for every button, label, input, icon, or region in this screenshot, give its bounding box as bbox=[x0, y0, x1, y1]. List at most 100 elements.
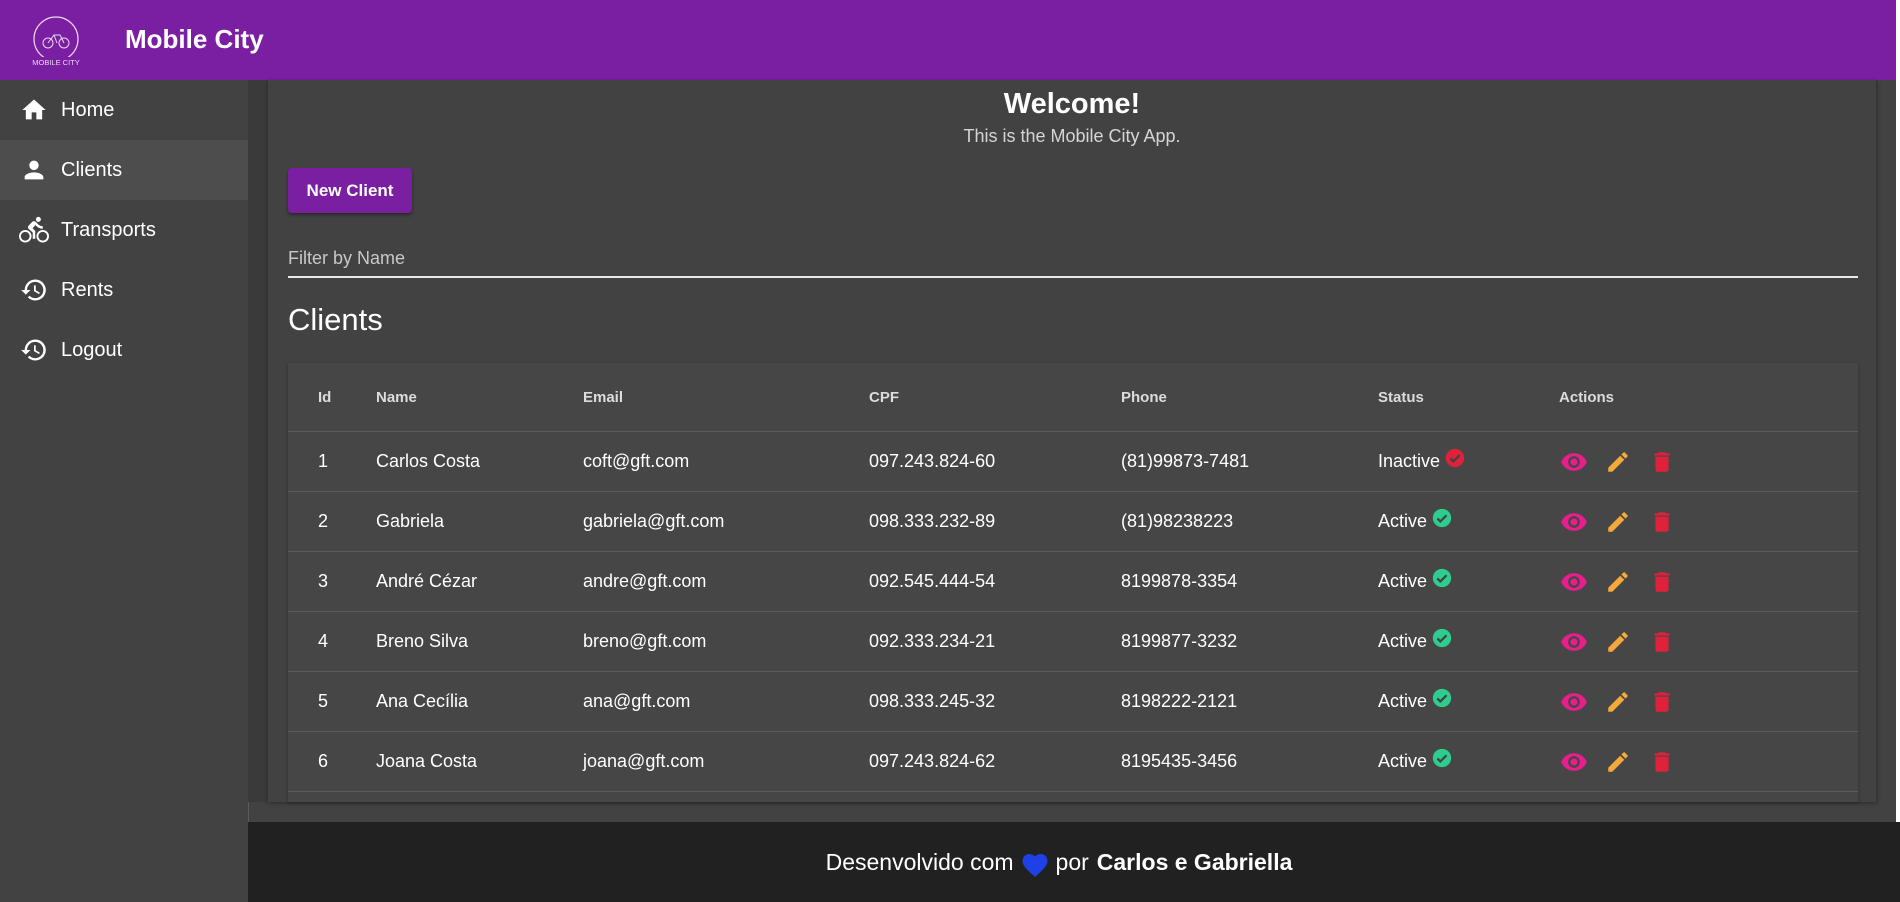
cell-status: Active bbox=[1378, 611, 1559, 672]
bicycle-icon bbox=[19, 215, 49, 245]
cell-cpf: 097.243.824-60 bbox=[869, 431, 1121, 492]
mobile-city-logo[interactable]: MOBILE CITY bbox=[20, 13, 92, 69]
sidebar-item-home[interactable]: Home bbox=[0, 80, 248, 140]
column-header-email[interactable]: Email bbox=[583, 363, 869, 432]
delete-trash-icon[interactable] bbox=[1647, 567, 1677, 597]
cell-status: Active bbox=[1378, 671, 1559, 732]
check-circle-icon bbox=[1432, 508, 1452, 527]
column-header-actions: Actions bbox=[1559, 363, 1858, 432]
cell-status: Active bbox=[1378, 731, 1559, 792]
app-bar: MOBILE CITY Mobile City bbox=[0, 0, 1900, 80]
sidebar: Home Clients Transports Rents Logout bbox=[0, 80, 249, 902]
view-eye-icon[interactable] bbox=[1559, 567, 1589, 597]
welcome-subtitle: This is the Mobile City App. bbox=[963, 126, 1181, 146]
edit-pencil-icon[interactable] bbox=[1603, 687, 1633, 717]
cell-actions bbox=[1559, 551, 1858, 612]
cell-phone: 8198222-2121 bbox=[1121, 671, 1378, 732]
column-header-id[interactable]: Id bbox=[288, 363, 376, 432]
table-row[interactable]: 3 André Cézar andre@gft.com 092.545.444-54 8… bbox=[288, 551, 1858, 612]
cell-phone: 8199877-3232 bbox=[1121, 611, 1378, 672]
view-eye-icon[interactable] bbox=[1559, 627, 1589, 657]
cell-id: 3 bbox=[288, 551, 376, 612]
status-text: Active bbox=[1378, 751, 1428, 771]
table-row[interactable]: 1 Carlos Costa coft@gft.com 097.243.824-60(… bbox=[288, 431, 1858, 492]
cell-phone: (81)98238223 bbox=[1121, 491, 1378, 552]
inactive-check-circle-icon bbox=[1445, 448, 1465, 467]
view-eye-icon[interactable] bbox=[1559, 687, 1589, 717]
edit-pencil-icon[interactable] bbox=[1603, 567, 1633, 597]
table-row[interactable]: 4 Breno Silva breno@gft.com 092.333.234-21 8… bbox=[288, 611, 1858, 672]
logo-text: MOBILE CITY bbox=[32, 58, 80, 67]
cell-status: Inactive bbox=[1378, 431, 1559, 492]
sidebar-item-transports[interactable]: Transports bbox=[0, 200, 248, 260]
edit-pencil-icon[interactable] bbox=[1603, 447, 1633, 477]
cell-email: coft@gft.com bbox=[583, 431, 869, 492]
table-row[interactable]: 6 Joana Costa joana@gft.com 097.243.824-62 8… bbox=[288, 731, 1858, 792]
footer-text: Desenvolvido com bbox=[825, 848, 1014, 875]
sidebar-item-label: Logout bbox=[61, 338, 123, 361]
status-text: Inactive bbox=[1378, 451, 1441, 471]
cell-email: gabriela@gft.com bbox=[583, 491, 869, 552]
delete-trash-icon[interactable] bbox=[1647, 627, 1677, 657]
cell-id: 5 bbox=[288, 671, 376, 732]
view-eye-icon[interactable] bbox=[1559, 447, 1589, 477]
sidebar-item-rents[interactable]: Rents bbox=[0, 260, 248, 320]
cell-name: Carlos Costa bbox=[376, 431, 583, 492]
cell-actions bbox=[1559, 611, 1858, 672]
delete-trash-icon[interactable] bbox=[1647, 747, 1677, 777]
status-text: Active bbox=[1378, 571, 1428, 591]
column-header-phone[interactable]: Phone bbox=[1121, 363, 1378, 432]
cell-name: Breno Silva bbox=[376, 611, 583, 672]
sidebar-item-label: Clients bbox=[61, 158, 123, 181]
content-gutter bbox=[248, 80, 268, 802]
cell-email: ana@gft.com bbox=[583, 671, 869, 732]
cell-cpf: 092.333.234-21 bbox=[869, 611, 1121, 672]
edit-pencil-icon[interactable] bbox=[1603, 627, 1633, 657]
edit-pencil-icon[interactable] bbox=[1603, 507, 1633, 537]
cell-name: André Cézar bbox=[376, 551, 583, 612]
status-text: Active bbox=[1378, 631, 1428, 651]
status-text: Active bbox=[1378, 511, 1428, 531]
cell-email: breno@gft.com bbox=[583, 611, 869, 672]
cell-id: 6 bbox=[288, 731, 376, 792]
cell-status: Active bbox=[1378, 491, 1559, 552]
cell-name: Joana Costa bbox=[376, 731, 583, 792]
cell-email: andre@gft.com bbox=[583, 551, 869, 612]
table-row[interactable]: 2 Gabriela gabriela@gft.com 098.333.232-89(… bbox=[288, 491, 1858, 552]
column-header-cpf[interactable]: CPF bbox=[869, 363, 1121, 432]
column-header-status[interactable]: Status bbox=[1378, 363, 1559, 432]
cell-email: joana@gft.com bbox=[583, 731, 869, 792]
view-eye-icon[interactable] bbox=[1559, 507, 1589, 537]
cell-phone: 8195435-3456 bbox=[1121, 731, 1378, 792]
heart-icon bbox=[1022, 854, 1048, 877]
cell-phone: 8199878-3354 bbox=[1121, 551, 1378, 612]
delete-trash-icon[interactable] bbox=[1647, 687, 1677, 717]
cell-phone: (81)99873-7481 bbox=[1121, 431, 1378, 492]
cell-id: 4 bbox=[288, 611, 376, 672]
delete-trash-icon[interactable] bbox=[1647, 507, 1677, 537]
delete-trash-icon[interactable] bbox=[1647, 447, 1677, 477]
table-row[interactable]: 5 Ana Cecília ana@gft.com 098.333.245-32 819… bbox=[288, 671, 1858, 732]
new-client-button[interactable]: New Client bbox=[288, 168, 412, 213]
table-header-row: Id Name Email CPF Phone Status Actions bbox=[288, 363, 1858, 432]
column-header-name[interactable]: Name bbox=[376, 363, 583, 432]
cell-cpf: 098.333.232-89 bbox=[869, 491, 1121, 552]
cell-actions bbox=[1559, 731, 1858, 792]
footer-text-por: por bbox=[1055, 848, 1089, 875]
edit-pencil-icon[interactable] bbox=[1603, 747, 1633, 777]
main-content: Welcome! This is the Mobile City App. Ne… bbox=[268, 80, 1877, 802]
status-text: Active bbox=[1378, 691, 1428, 711]
check-circle-icon bbox=[1432, 568, 1452, 587]
cell-cpf: 097.243.824-62 bbox=[869, 731, 1121, 792]
cell-cpf: 092.545.444-54 bbox=[869, 551, 1121, 612]
sidebar-item-label: Home bbox=[61, 98, 115, 121]
cell-status: Active bbox=[1378, 551, 1559, 612]
history-icon bbox=[19, 275, 49, 305]
cell-name: Ana Cecília bbox=[376, 671, 583, 732]
cell-cpf: 098.333.245-32 bbox=[869, 671, 1121, 732]
view-eye-icon[interactable] bbox=[1559, 747, 1589, 777]
footer: Desenvolvido com por Carlos e Gabriella bbox=[248, 822, 1900, 902]
filter-by-name-input[interactable] bbox=[288, 240, 1858, 278]
sidebar-item-logout[interactable]: Logout bbox=[0, 320, 248, 380]
sidebar-item-clients[interactable]: Clients bbox=[0, 140, 248, 200]
